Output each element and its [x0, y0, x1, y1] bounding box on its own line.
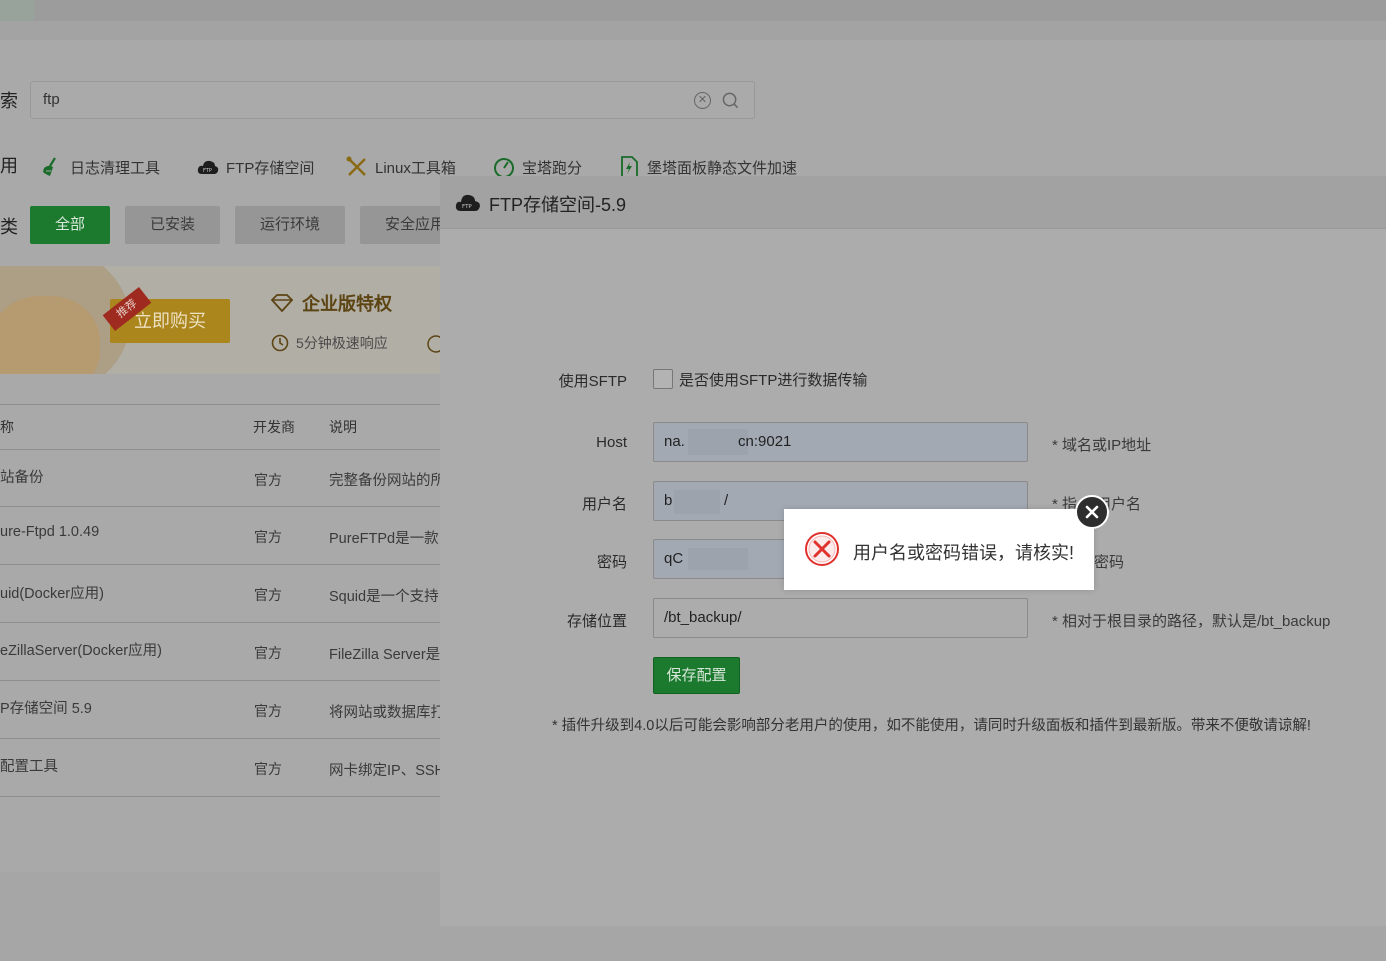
clear-search-icon[interactable]: ✕ — [694, 92, 711, 109]
enterprise-subtitle: 5分钟极速响应 — [270, 333, 388, 353]
close-icon — [1085, 505, 1099, 519]
table-cell-desc: FileZilla Server是 — [329, 647, 441, 663]
username-value-start: b — [664, 492, 673, 509]
table-cell-desc: PureFTPd是一款 — [329, 531, 439, 547]
path-label: 存储位置 — [566, 613, 627, 630]
table-border — [0, 404, 440, 405]
table-divider — [0, 449, 440, 450]
category-row-label: 类 — [0, 217, 18, 237]
host-value-end: cn:9021 — [738, 433, 792, 450]
category-runtime-button[interactable]: 运行环境 — [235, 206, 345, 244]
quick-app-label: 日志清理工具 — [70, 159, 161, 177]
table-cell-name: 站备份 — [0, 470, 44, 486]
quick-app-ftp-storage[interactable]: FTP FTP存储空间 — [196, 155, 314, 179]
dialog-header: FTP FTP存储空间-5.9 — [440, 176, 1386, 229]
error-circle-icon — [805, 532, 839, 566]
username-label: 用户名 — [581, 496, 627, 513]
table-divider — [0, 738, 440, 739]
table-cell-vendor: 官方 — [254, 472, 282, 488]
yuan-icon — [427, 335, 440, 353]
cloud-ftp-icon: FTP — [455, 194, 480, 211]
table-header-name: 称 — [0, 419, 14, 435]
table-cell-name: uid(Docker应用) — [0, 586, 104, 602]
enterprise-title: 企业版特权 — [270, 290, 392, 316]
host-input[interactable]: na. cn:9021 — [653, 422, 1028, 462]
table-cell-vendor: 官方 — [254, 529, 282, 545]
tools-icon — [346, 156, 366, 176]
error-message: 用户名或密码错误，请核实! — [853, 543, 1074, 563]
quick-apps-row-label: 用 — [0, 156, 18, 176]
search-row-label: 索 — [0, 91, 18, 111]
table-divider — [0, 506, 440, 507]
password-value-start: qC — [664, 550, 684, 567]
table-cell-vendor: 官方 — [254, 703, 282, 719]
enterprise-subtitle-text: 5分钟极速响应 — [296, 335, 388, 351]
host-label: Host — [596, 434, 627, 451]
broom-icon — [43, 157, 56, 176]
enterprise-title-text: 企业版特权 — [302, 294, 392, 314]
clock-refresh-icon — [271, 334, 289, 352]
table-cell-name: ure-Ftpd 1.0.49 — [0, 524, 100, 540]
quick-app-log-cleaner[interactable]: 日志清理工具 — [40, 155, 160, 179]
top-bar-accent — [0, 0, 34, 21]
host-value-start: na. — [664, 433, 685, 450]
svg-text:FTP: FTP — [462, 204, 472, 210]
error-toast: 用户名或密码错误，请核实! — [784, 509, 1094, 590]
table-cell-name: eZillaServer(Docker应用) — [0, 643, 162, 659]
quick-app-label: Linux工具箱 — [375, 159, 456, 177]
diamond-icon — [270, 294, 294, 313]
path-input[interactable]: /bt_backup/ — [653, 598, 1028, 638]
table-divider — [0, 564, 440, 565]
table-cell-desc: Squid是一个支持 — [329, 589, 439, 605]
table-cell-name: 配置工具 — [0, 759, 58, 775]
password-label: 密码 — [596, 554, 627, 571]
table-divider — [0, 680, 440, 681]
table-cell-name: P存储空间 5.9 — [0, 701, 92, 717]
search-icon[interactable] — [722, 92, 739, 109]
quick-app-label: 堡塔面板静态文件加速 — [647, 159, 798, 177]
upgrade-note: * 插件升级到4.0以后可能会影响部分老用户的使用，如不能使用，请同时升级面板和… — [552, 718, 1311, 734]
category-installed-button[interactable]: 已安装 — [125, 206, 220, 244]
search-input[interactable] — [43, 91, 643, 108]
table-cell-desc: 网卡绑定IP、SSH — [329, 763, 446, 779]
table-cell-vendor: 官方 — [254, 645, 282, 661]
table-divider — [0, 796, 440, 797]
close-toast-button[interactable] — [1075, 495, 1109, 529]
sftp-checkbox[interactable] — [653, 369, 673, 389]
table-cell-vendor: 官方 — [254, 761, 282, 777]
category-all-button[interactable]: 全部 — [30, 206, 110, 244]
quick-app-label: 宝塔跑分 — [522, 159, 583, 177]
save-config-button[interactable]: 保存配置 — [653, 657, 740, 694]
password-hint-end: 密码 — [1094, 554, 1125, 571]
top-bar — [0, 0, 1386, 21]
table-divider — [0, 622, 440, 623]
table-cell-desc: 完整备份网站的所 — [329, 473, 445, 489]
host-hint: * 域名或IP地址 — [1052, 437, 1152, 454]
table-cell-desc: 将网站或数据库打 — [329, 705, 445, 721]
username-value-end: / — [724, 492, 729, 509]
redacted-blur — [688, 548, 748, 570]
table-header-vendor: 开发商 — [253, 419, 295, 435]
dialog-title: FTP存储空间-5.9 — [489, 195, 627, 215]
table-header-desc: 说明 — [329, 419, 357, 435]
quick-app-label: FTP存储空间 — [226, 159, 315, 177]
redacted-blur — [674, 490, 720, 514]
svg-text:FTP: FTP — [203, 168, 212, 174]
sftp-label: 使用SFTP — [558, 373, 627, 390]
search-box[interactable] — [30, 81, 755, 119]
table-cell-vendor: 官方 — [254, 587, 282, 603]
path-hint: * 相对于根目录的路径，默认是/bt_backup — [1052, 613, 1331, 630]
cloud-ftp-icon: FTP — [197, 160, 219, 174]
sftp-checkbox-text: 是否使用SFTP进行数据传输 — [679, 372, 868, 389]
